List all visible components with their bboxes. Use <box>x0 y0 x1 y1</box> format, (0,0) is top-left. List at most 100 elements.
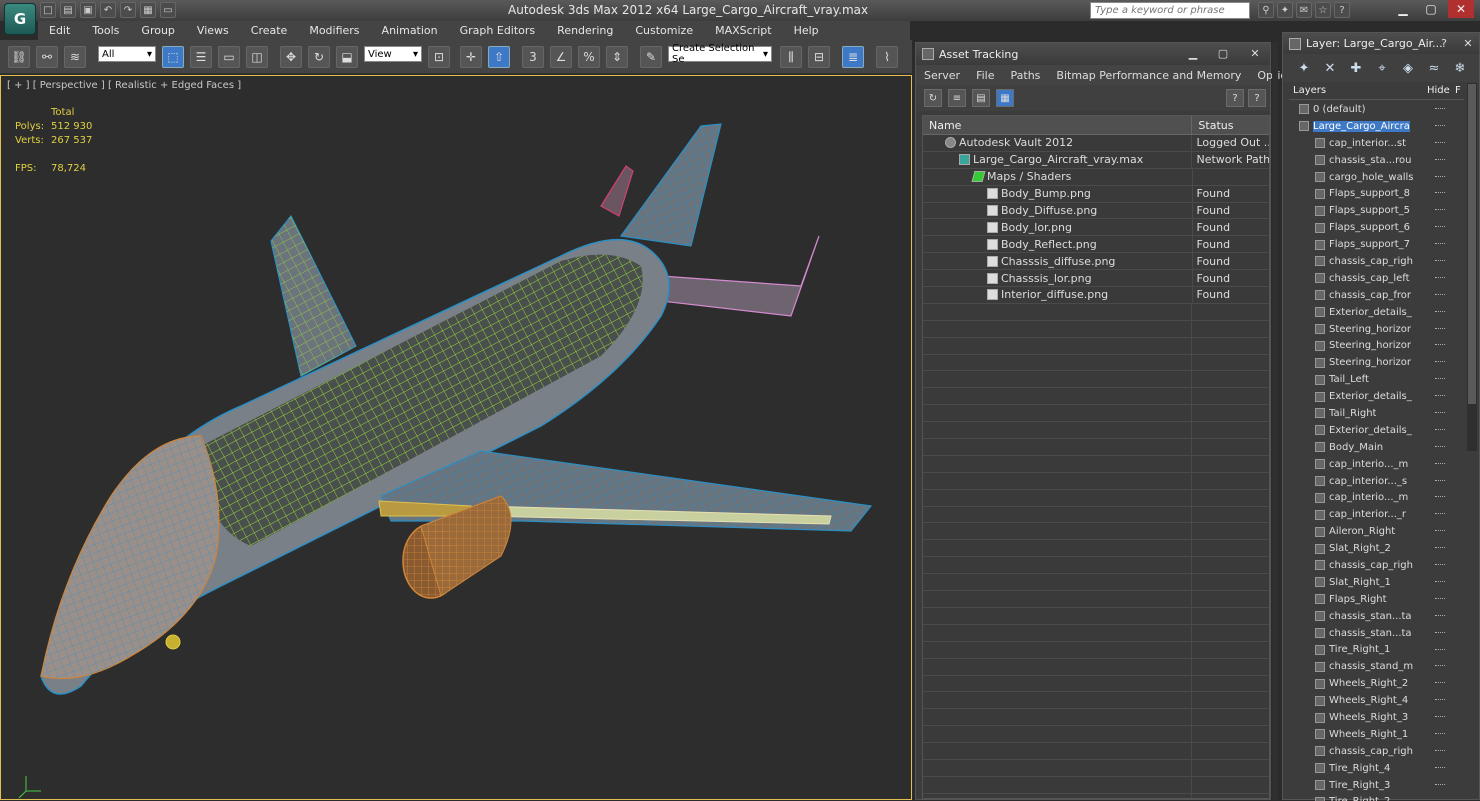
menu-server[interactable]: Server <box>916 69 968 82</box>
hide-toggle[interactable] <box>1435 378 1445 380</box>
layer-item[interactable]: Tire_Right_3 <box>1289 777 1464 794</box>
project-folder-icon[interactable]: ▭ <box>160 2 176 18</box>
layer-item[interactable]: cap_interio..._m <box>1289 489 1464 506</box>
layer-item[interactable]: Tail_Right <box>1289 405 1464 422</box>
menu-group[interactable]: Group <box>130 24 186 37</box>
layer-item[interactable]: chassis_stan...ta <box>1289 625 1464 642</box>
layer-item[interactable]: cap_interior..._s <box>1289 473 1464 490</box>
layer-item[interactable]: Aileron_Right <box>1289 523 1464 540</box>
select-object-icon[interactable]: ⬚ <box>162 46 184 68</box>
menu-animation[interactable]: Animation <box>371 24 449 37</box>
asset-row[interactable]: Maps / Shaders <box>923 169 1269 186</box>
layer-item[interactable]: chassis_cap_righ <box>1289 253 1464 270</box>
asset-row[interactable]: Autodesk Vault 2012Logged Out ... <box>923 135 1269 152</box>
rectangular-selection-icon[interactable]: ▭ <box>218 46 240 68</box>
hide-toggle[interactable] <box>1435 192 1445 194</box>
scale-icon[interactable]: ⬓ <box>336 46 358 68</box>
asset-row[interactable]: Interior_diffuse.pngFound <box>923 287 1269 304</box>
favorites-icon[interactable]: ☆ <box>1315 2 1331 18</box>
layer-item[interactable]: Flaps_support_5 <box>1289 202 1464 219</box>
menu-create[interactable]: Create <box>240 24 299 37</box>
named-selection-dropdown[interactable]: Create Selection Se▾ <box>668 46 772 62</box>
maximize-icon[interactable]: ▢ <box>1418 0 1444 18</box>
layer-item[interactable]: Wheels_Right_2 <box>1289 675 1464 692</box>
menu-maxscript[interactable]: MAXScript <box>704 24 782 37</box>
help-icon[interactable]: ? <box>1334 2 1350 18</box>
hide-toggle[interactable] <box>1435 598 1445 600</box>
asset-row[interactable]: Chasssis_diffuse.pngFound <box>923 253 1269 270</box>
layer-item[interactable]: Flaps_support_6 <box>1289 219 1464 236</box>
highlight-layer-icon[interactable]: ◈ <box>1399 59 1417 77</box>
hide-toggle[interactable] <box>1435 649 1445 651</box>
create-layer-icon[interactable]: ✦ <box>1295 59 1313 77</box>
minimize-icon[interactable]: ▁ <box>1186 46 1200 60</box>
hide-toggle[interactable] <box>1435 581 1445 583</box>
angle-snap-icon[interactable]: ∠ <box>550 46 572 68</box>
hide-toggle[interactable] <box>1435 615 1445 617</box>
hide-toggle[interactable] <box>1435 733 1445 735</box>
keyboard-shortcut-override-icon[interactable]: ⇧ <box>488 46 510 68</box>
layer-scrollbar-thumb[interactable] <box>1468 84 1476 404</box>
add-to-layer-icon[interactable]: ✚ <box>1347 59 1365 77</box>
asset-row[interactable]: Body_lor.pngFound <box>923 219 1269 236</box>
hide-toggle[interactable] <box>1435 632 1445 634</box>
close-icon[interactable]: ✕ <box>1461 36 1475 50</box>
help-icon[interactable]: ? <box>1437 36 1451 50</box>
layer-item[interactable]: Wheels_Right_4 <box>1289 692 1464 709</box>
reference-coordinate-dropdown[interactable]: View▾ <box>364 46 422 62</box>
hide-toggle[interactable] <box>1435 564 1445 566</box>
layer-item[interactable]: cargo_hole_walls <box>1289 169 1464 186</box>
hide-toggle[interactable] <box>1435 243 1445 245</box>
asset-scrollbar[interactable] <box>1272 42 1278 800</box>
layer-item[interactable]: chassis_cap_left <box>1289 270 1464 287</box>
delete-layer-icon[interactable]: ✕ <box>1321 59 1339 77</box>
layer-item[interactable]: chassis_stan...ta <box>1289 608 1464 625</box>
close-icon[interactable]: ✕ <box>1248 46 1262 60</box>
hide-toggle[interactable] <box>1435 446 1445 448</box>
menu-file[interactable]: File <box>968 69 1002 82</box>
new-file-icon[interactable]: □ <box>40 2 56 18</box>
asset-tracking-titlebar[interactable]: Asset Tracking ▁ ▢ ✕ <box>916 43 1270 65</box>
hide-toggle[interactable] <box>1435 513 1445 515</box>
layer-scrollbar[interactable] <box>1467 83 1477 451</box>
pivot-center-icon[interactable]: ⊡ <box>428 46 450 68</box>
layer-item[interactable]: Exterior_details_ <box>1289 388 1464 405</box>
menu-modifiers[interactable]: Modifiers <box>298 24 370 37</box>
perspective-viewport[interactable]: [ + ] [ Perspective ] [ Realistic + Edge… <box>0 75 912 800</box>
hide-toggle[interactable] <box>1435 260 1445 262</box>
context-help-icon[interactable]: ? <box>1248 89 1266 107</box>
hide-toggle[interactable] <box>1435 750 1445 752</box>
menu-tools[interactable]: Tools <box>81 24 130 37</box>
aircraft-wireframe-model[interactable] <box>1 76 911 799</box>
layer-item[interactable]: chassis_sta...rou <box>1289 152 1464 169</box>
help-icon[interactable]: ? <box>1226 89 1244 107</box>
layer-item[interactable]: Flaps_Right <box>1289 591 1464 608</box>
hide-toggle[interactable] <box>1435 496 1445 498</box>
menu-customize[interactable]: Customize <box>624 24 704 37</box>
hide-toggle[interactable] <box>1435 209 1445 211</box>
layer-manager-titlebar[interactable]: Layer: Large_Cargo_Air... ? ✕ <box>1283 33 1479 54</box>
column-freeze[interactable]: F <box>1455 83 1461 99</box>
hide-toggle[interactable] <box>1435 429 1445 431</box>
layer-item[interactable]: Slat_Right_1 <box>1289 574 1464 591</box>
layer-item[interactable]: Large_Cargo_Aircra <box>1289 118 1464 135</box>
hold-icon[interactable]: ▦ <box>140 2 156 18</box>
hide-toggle[interactable] <box>1435 361 1445 363</box>
minimize-icon[interactable]: ▁ <box>1390 0 1416 18</box>
layer-item[interactable]: chassis_cap_righ <box>1289 557 1464 574</box>
spinner-snap-icon[interactable]: ⇕ <box>606 46 628 68</box>
layer-item[interactable]: Steering_horizor <box>1289 321 1464 338</box>
asset-row[interactable]: Chasssis_lor.pngFound <box>923 270 1269 287</box>
layer-item[interactable]: Tire_Right_4 <box>1289 760 1464 777</box>
column-name[interactable]: Name <box>923 116 1192 134</box>
hide-toggle[interactable] <box>1435 699 1445 701</box>
menu-bitmap-performance[interactable]: Bitmap Performance and Memory <box>1048 69 1249 82</box>
align-icon[interactable]: ⊟ <box>808 46 830 68</box>
hide-toggle[interactable] <box>1435 395 1445 397</box>
layer-item[interactable]: 0 (default) <box>1289 101 1464 118</box>
layer-manager-icon[interactable]: ≣ <box>842 46 864 68</box>
open-file-icon[interactable]: ▤ <box>60 2 76 18</box>
hide-toggle[interactable] <box>1435 682 1445 684</box>
layer-item[interactable]: Wheels_Right_3 <box>1289 709 1464 726</box>
hide-toggle[interactable] <box>1435 125 1445 127</box>
